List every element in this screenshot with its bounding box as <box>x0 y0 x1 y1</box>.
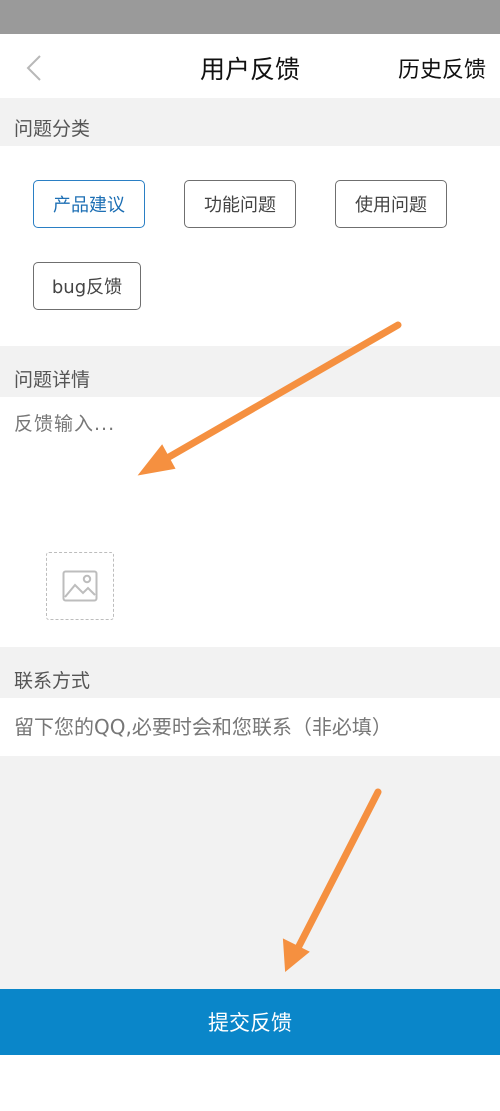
detail-section-label: 问题详情 <box>14 369 91 391</box>
category-chip-usage-issue[interactable]: 使用问题 <box>335 180 447 228</box>
annotation-arrow-icon <box>282 788 382 973</box>
category-section-label: 问题分类 <box>14 118 91 140</box>
detail-card <box>0 397 500 647</box>
add-image-button[interactable] <box>46 552 114 620</box>
contact-card <box>0 698 500 756</box>
contact-input[interactable] <box>14 710 490 744</box>
nav-bar: 用户反馈 历史反馈 <box>0 34 500 98</box>
category-chip-bug-report[interactable]: bug反馈 <box>33 262 141 310</box>
history-feedback-link[interactable]: 历史反馈 <box>398 52 486 84</box>
contact-section-label: 联系方式 <box>14 670 91 692</box>
category-card: 产品建议 功能问题 使用问题 bug反馈 <box>0 146 500 346</box>
category-chip-product-suggestion[interactable]: 产品建议 <box>33 180 145 228</box>
submit-feedback-button[interactable]: 提交反馈 <box>0 989 500 1055</box>
image-icon <box>62 570 98 602</box>
status-bar <box>0 0 500 34</box>
category-chip-function-issue[interactable]: 功能问题 <box>184 180 296 228</box>
bottom-area <box>0 1055 500 1111</box>
feedback-detail-input[interactable] <box>14 409 484 529</box>
